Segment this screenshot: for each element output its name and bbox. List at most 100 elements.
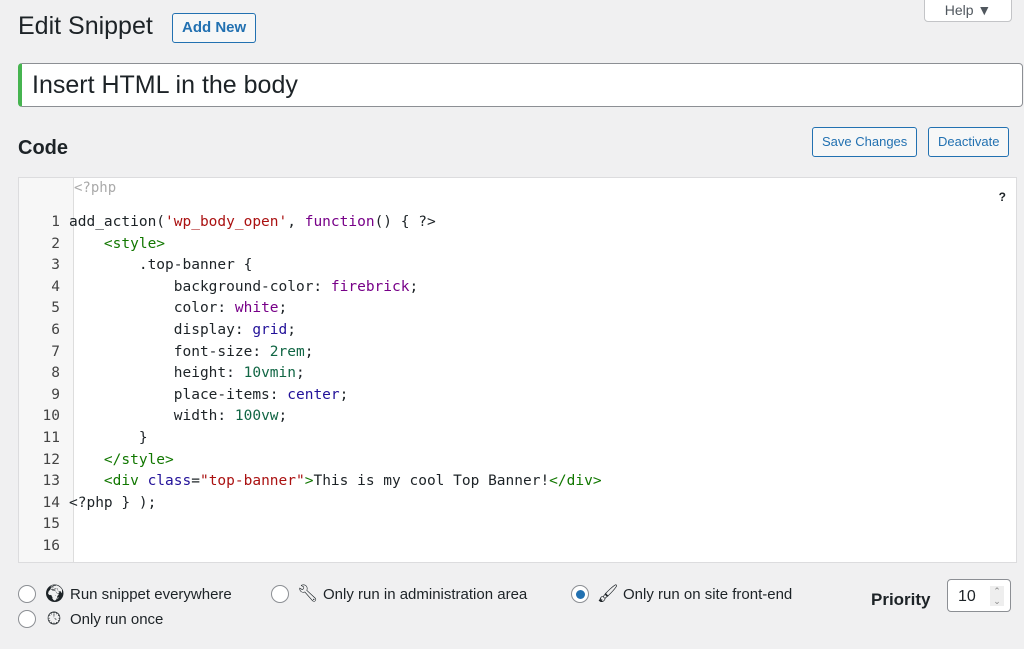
code-token: ; — [279, 408, 288, 424]
radio-everywhere[interactable] — [18, 585, 36, 603]
code-line: 3 .top-banner { — [19, 255, 602, 277]
code-token: </div> — [549, 473, 601, 489]
line-number: 3 — [19, 255, 69, 277]
paintbrush-icon: 🖌︎ — [597, 584, 617, 604]
line-code: <div class="top-banner">This is my cool … — [69, 471, 602, 493]
code-token: <style> — [104, 236, 165, 252]
code-token: ; — [305, 344, 314, 360]
add-new-button[interactable]: Add New — [172, 13, 256, 43]
code-line: 1add_action('wp_body_open', function() {… — [19, 212, 602, 234]
code-lines[interactable]: 1add_action('wp_body_open', function() {… — [19, 212, 602, 558]
page-title: Edit Snippet — [18, 12, 153, 41]
code-line: 12 </style> — [19, 450, 602, 472]
line-code: width: 100vw; — [69, 406, 287, 428]
code-line: 14<?php } ); — [19, 493, 602, 515]
wrench-icon: 🔧︎ — [297, 584, 317, 604]
line-code: display: grid; — [69, 320, 296, 342]
code-token — [69, 452, 104, 468]
line-number: 9 — [19, 385, 69, 407]
deactivate-button[interactable]: Deactivate — [928, 127, 1009, 157]
radio-admin[interactable] — [271, 585, 289, 603]
code-token: .top-banner { — [69, 257, 252, 273]
code-heading: Code — [18, 137, 68, 160]
option-label: Only run on site front-end — [623, 586, 792, 603]
code-token: <?php } ); — [69, 495, 156, 511]
code-line: 5 color: white; — [19, 298, 602, 320]
code-line: 11 } — [19, 428, 602, 450]
code-line: 4 background-color: firebrick; — [19, 277, 602, 299]
code-token: firebrick — [331, 279, 410, 295]
code-token — [69, 473, 104, 489]
scope-option-everywhere[interactable]: 🌍︎ Run snippet everywhere — [18, 584, 232, 604]
line-number: 10 — [19, 406, 69, 428]
code-token: 2rem — [270, 344, 305, 360]
code-token: () { ?> — [375, 214, 436, 230]
priority-input[interactable]: 10 ⌃⌄ — [947, 579, 1011, 612]
line-code: <style> — [69, 234, 165, 256]
code-token: , — [287, 214, 304, 230]
code-token: ; — [279, 300, 288, 316]
priority-value: 10 — [958, 588, 976, 605]
globe-icon: 🌍︎ — [44, 584, 64, 604]
code-line: 8 height: 10vmin; — [19, 363, 602, 385]
line-number: 16 — [19, 536, 69, 558]
option-label: Run snippet everywhere — [70, 586, 232, 603]
code-token: height: — [69, 365, 244, 381]
save-changes-button[interactable]: Save Changes — [812, 127, 917, 157]
code-token: </style> — [104, 452, 174, 468]
scope-option-front-end[interactable]: 🖌︎ Only run on site front-end — [571, 584, 792, 604]
code-token: function — [305, 214, 375, 230]
code-token: 100vw — [235, 408, 279, 424]
code-editor[interactable]: <?php ? 1add_action('wp_body_open', func… — [18, 177, 1017, 563]
snippet-name-input[interactable]: Insert HTML in the body — [18, 63, 1023, 107]
scope-option-admin[interactable]: 🔧︎ Only run in administration area — [271, 584, 527, 604]
option-label: Only run in administration area — [323, 586, 527, 603]
radio-front-end[interactable] — [571, 585, 589, 603]
code-token: ; — [287, 322, 296, 338]
line-number: 6 — [19, 320, 69, 342]
line-number: 14 — [19, 493, 69, 515]
code-line: 10 width: 100vw; — [19, 406, 602, 428]
php-open-tag: <?php — [74, 180, 116, 196]
editor-help-button[interactable]: ? — [999, 190, 1006, 204]
code-token: width: — [69, 408, 235, 424]
code-line: 9 place-items: center; — [19, 385, 602, 407]
line-code: <?php } ); — [69, 493, 156, 515]
code-line: 13 <div class="top-banner">This is my co… — [19, 471, 602, 493]
code-token — [69, 236, 104, 252]
code-token: ; — [340, 387, 349, 403]
code-token: white — [235, 300, 279, 316]
line-code: place-items: center; — [69, 385, 348, 407]
code-line: 2 <style> — [19, 234, 602, 256]
line-code: add_action('wp_body_open', function() { … — [69, 212, 436, 234]
scope-option-once[interactable]: 🕓︎ Only run once — [18, 609, 163, 629]
code-line: 15 — [19, 514, 602, 536]
code-token: <div — [104, 473, 148, 489]
line-number: 7 — [19, 342, 69, 364]
line-number: 12 — [19, 450, 69, 472]
code-token: ; — [296, 365, 305, 381]
line-code: height: 10vmin; — [69, 363, 305, 385]
line-number: 11 — [19, 428, 69, 450]
line-number: 4 — [19, 277, 69, 299]
line-number: 15 — [19, 514, 69, 536]
code-token: background-color: — [69, 279, 331, 295]
code-token: class — [148, 473, 192, 489]
line-number: 5 — [19, 298, 69, 320]
priority-spinner[interactable]: ⌃⌄ — [990, 586, 1004, 606]
code-token: "top-banner" — [200, 473, 305, 489]
code-token: grid — [252, 322, 287, 338]
code-token: = — [191, 473, 200, 489]
code-token: 'wp_body_open' — [165, 214, 287, 230]
priority-label: Priority — [871, 590, 931, 610]
code-token: color: — [69, 300, 235, 316]
code-token: ; — [409, 279, 418, 295]
code-token: place-items: — [69, 387, 287, 403]
radio-once[interactable] — [18, 610, 36, 628]
line-code: .top-banner { — [69, 255, 252, 277]
help-tab-button[interactable]: Help ▼ — [924, 0, 1012, 22]
code-token: center — [287, 387, 339, 403]
line-number: 8 — [19, 363, 69, 385]
code-line: 6 display: grid; — [19, 320, 602, 342]
clock-icon: 🕓︎ — [44, 609, 64, 629]
